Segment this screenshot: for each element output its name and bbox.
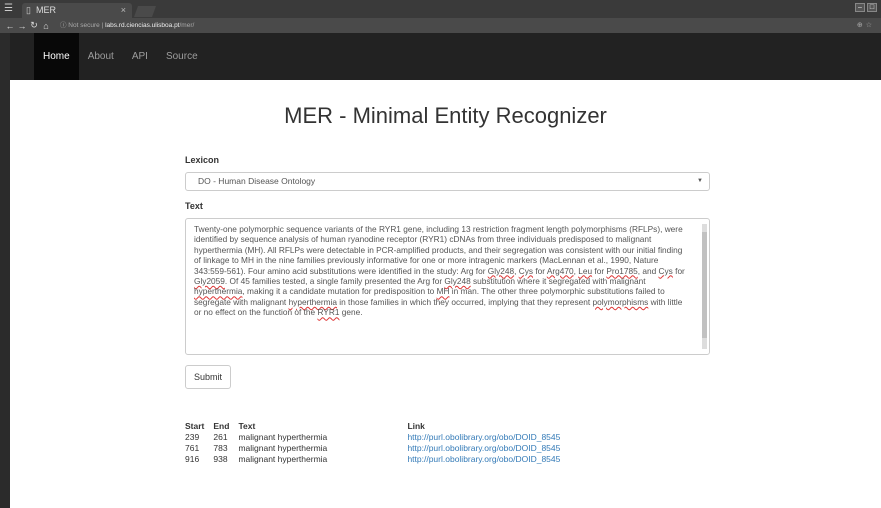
results-header-row: Start End Text Link: [185, 420, 569, 431]
maximize-icon[interactable]: □: [867, 3, 877, 12]
cell-start: 761: [185, 442, 200, 453]
header-link: Link: [407, 420, 425, 431]
text-segment: gene.: [339, 307, 363, 318]
cell-text: malignant hyperthermia: [238, 431, 328, 442]
tab-close-icon[interactable]: ×: [121, 3, 126, 18]
minimize-icon[interactable]: –: [855, 3, 865, 12]
browser-tab-strip: ☰ ▯ MER × – □: [0, 0, 881, 18]
cell-end: 938: [213, 453, 228, 464]
text-segment: , making it a candidate mutation for pre…: [242, 286, 437, 297]
misspelled-word: Cys: [658, 265, 673, 276]
lexicon-selected-value: DO - Human Disease Ontology: [198, 176, 316, 186]
mer-form: Lexicon DO - Human Disease Ontology ▼ Te…: [185, 155, 710, 389]
header-end: End: [213, 420, 230, 431]
cell-link[interactable]: http://purl.obolibrary.org/obo/DOID_8545: [407, 443, 560, 453]
misspelled-word: Gly248: [444, 276, 471, 287]
misspelled-word: hyperthermia: [194, 286, 243, 297]
window-controls: – □: [855, 3, 877, 12]
header-text: Text: [238, 420, 256, 431]
page-title: MER - Minimal Entity Recognizer: [284, 103, 607, 128]
text-segment: in those families in which they occurred…: [336, 296, 593, 307]
new-tab-button[interactable]: [133, 6, 157, 17]
not-secure-label: ⓘ Not secure: [60, 22, 100, 29]
home-icon[interactable]: ⌂: [40, 21, 52, 31]
misspelled-word: RYR1: [317, 307, 340, 318]
top-navbar: Home About API Source: [10, 33, 881, 80]
misspelled-word: Leu: [578, 265, 593, 276]
text-segment: for: [533, 265, 547, 276]
misspelled-word: Gly248: [487, 265, 515, 276]
textarea-scrollbar[interactable]: [702, 224, 707, 349]
text-segment: . Of 45 families tested, a single family…: [224, 276, 445, 287]
scrollbar-thumb[interactable]: [702, 232, 707, 338]
cell-link[interactable]: http://purl.obolibrary.org/obo/DOID_8545: [407, 432, 560, 442]
nav-home[interactable]: Home: [34, 33, 79, 80]
tab-title: MER: [36, 5, 56, 15]
cell-text: malignant hyperthermia: [238, 442, 328, 453]
cell-start: 239: [185, 431, 200, 442]
misspelled-word: MH: [436, 286, 450, 297]
nav-about[interactable]: About: [79, 33, 123, 80]
cell-end: 261: [213, 431, 228, 442]
header-start: Start: [185, 420, 205, 431]
text-segment: , and: [637, 265, 659, 276]
text-segment: for: [672, 265, 685, 276]
browser-tab[interactable]: ▯ MER ×: [22, 3, 132, 18]
table-row: 916 938 malignant hyperthermia http://pu…: [185, 453, 569, 464]
dropdown-caret-icon: ▼: [697, 178, 703, 184]
misspelled-word: Gly2059: [194, 276, 225, 287]
misspelled-word: Cys: [518, 265, 534, 276]
text-input-content: Twenty-one polymorphic sequence variants…: [194, 224, 685, 317]
address-bar: ← → ↻ ⌂ ⓘ Not secure | labs.rd.ciencias.…: [0, 18, 881, 33]
text-segment: substitution where it segregated with ma…: [470, 276, 646, 287]
forward-icon[interactable]: →: [16, 21, 28, 31]
submit-button[interactable]: Submit: [185, 365, 232, 389]
nav-api[interactable]: API: [123, 33, 157, 80]
misspelled-word: Arg470: [546, 265, 574, 276]
bookmark-star-icon[interactable]: ⊕☆: [857, 20, 875, 31]
text-label: Text: [185, 201, 203, 211]
text-segment: for: [592, 265, 607, 276]
misspelled-word: polymorphisms: [592, 296, 649, 307]
cell-text: malignant hyperthermia: [238, 453, 328, 464]
cell-end: 783: [213, 442, 228, 453]
reload-icon[interactable]: ↻: [28, 20, 40, 31]
cell-link[interactable]: http://purl.obolibrary.org/obo/DOID_8545: [407, 454, 560, 464]
table-row: 239 261 malignant hyperthermia http://pu…: [185, 431, 569, 442]
url-field[interactable]: ⓘ Not secure | labs.rd.ciencias.ulisboa.…: [60, 20, 841, 31]
page-icon: ▯: [26, 5, 31, 15]
lexicon-select[interactable]: DO - Human Disease Ontology ▼: [185, 172, 710, 191]
results-table: Start End Text Link 239 261 malignant hy…: [185, 420, 569, 464]
misspelled-word: hyperthermia: [288, 296, 337, 307]
nav-source[interactable]: Source: [157, 33, 207, 80]
table-row: 761 783 malignant hyperthermia http://pu…: [185, 442, 569, 453]
text-input[interactable]: Twenty-one polymorphic sequence variants…: [185, 218, 710, 355]
back-icon[interactable]: ←: [4, 21, 16, 31]
misspelled-word: Pro1785: [606, 265, 638, 276]
window-menu-icon[interactable]: ☰: [4, 3, 16, 15]
lexicon-label: Lexicon: [185, 155, 220, 165]
url-host: labs.rd.ciencias.ulisboa.pt: [105, 22, 180, 29]
url-path: /mer/: [179, 22, 195, 29]
cell-start: 916: [185, 453, 200, 464]
